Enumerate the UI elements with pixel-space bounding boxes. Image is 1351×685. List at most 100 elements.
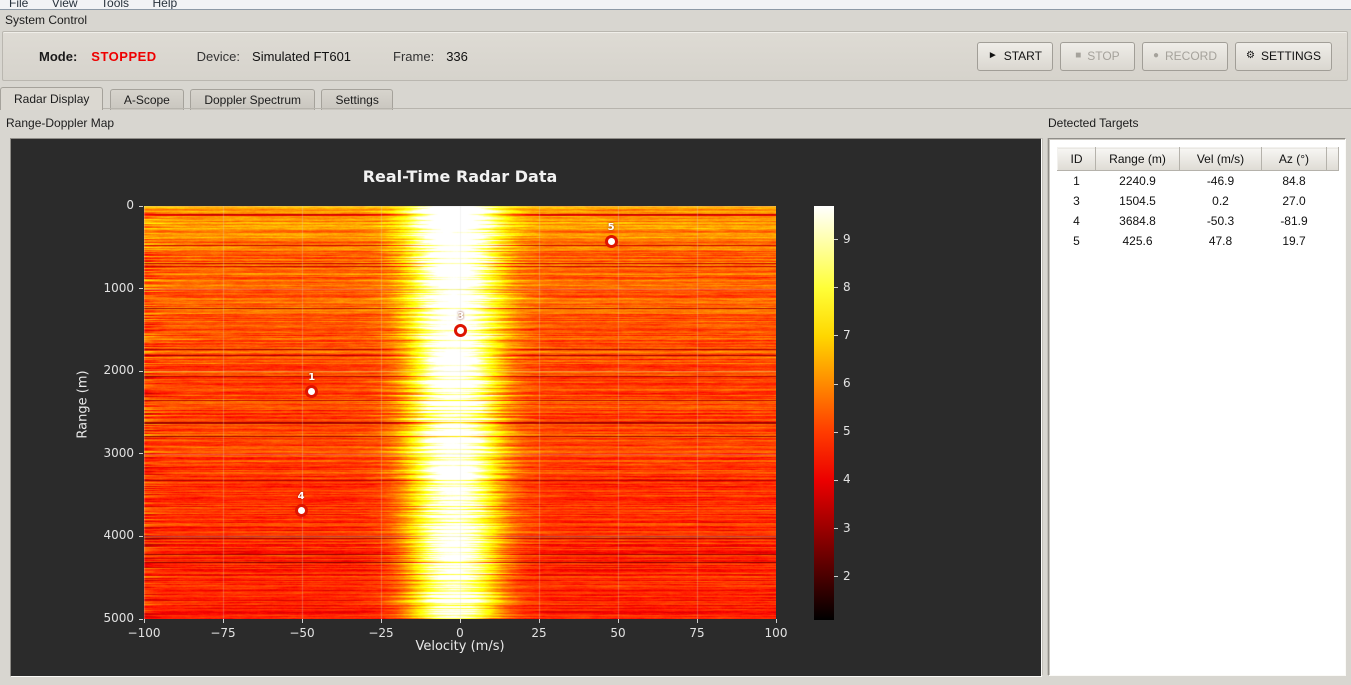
y-tick-label: 4000 — [103, 528, 134, 543]
mode-label: Mode: — [39, 48, 78, 64]
y-tick-label: 3000 — [103, 445, 134, 460]
x-tick-label: 25 — [531, 626, 547, 640]
colorbar-tick-label: 2 — [843, 568, 851, 583]
table-row[interactable]: 5 425.6 47.8 19.7 — [1058, 231, 1339, 251]
tab-doppler-spectrum[interactable]: Doppler Spectrum — [190, 89, 316, 110]
target-marker-label: 4 — [297, 491, 305, 503]
radar-app-window: File View Tools Help System Control Mode… — [0, 0, 1351, 685]
gear-icon: ⚙ — [1246, 50, 1255, 61]
table-cell: 3 — [1073, 194, 1080, 208]
record-button[interactable]: ● RECORD — [1141, 41, 1229, 71]
system-control-group: Mode: STOPPED Device: Simulated FT601 Fr… — [2, 31, 1348, 81]
y-axis-label: Range (m) — [75, 370, 91, 439]
table-cell: 2240.9 — [1119, 174, 1156, 188]
column-header-id[interactable]: ID — [1057, 147, 1096, 171]
stop-button[interactable]: ■ STOP — [1059, 41, 1135, 71]
table-cell: 27.0 — [1282, 194, 1306, 208]
y-tick-label: 1000 — [103, 280, 134, 295]
table-cell: -50.3 — [1206, 214, 1235, 228]
record-button-label: RECORD — [1165, 49, 1218, 63]
x-tick-mark — [380, 619, 382, 623]
x-tick-mark — [143, 619, 145, 623]
colorbar-tick-label: 3 — [843, 520, 851, 535]
y-tick-mark — [139, 618, 143, 620]
x-tick-label: 50 — [610, 626, 626, 640]
menu-bar: File View Tools Help — [0, 0, 1351, 10]
x-tick-label: 100 — [764, 626, 788, 640]
table-cell: 84.8 — [1282, 174, 1306, 188]
tab-bar: Radar Display A-Scope Doppler Spectrum S… — [0, 87, 1351, 110]
target-marker-5 — [604, 234, 618, 248]
column-header-filler — [1326, 147, 1339, 171]
table-row[interactable]: 1 2240.9 -46.9 84.8 — [1058, 171, 1339, 192]
y-tick-label: 5000 — [103, 611, 134, 625]
target-marker-label: 5 — [607, 222, 615, 234]
table-row[interactable]: 4 3684.8 -50.3 -81.9 — [1058, 211, 1339, 231]
system-control-group-label: System Control — [5, 13, 88, 27]
settings-button-label: SETTINGS — [1260, 49, 1321, 63]
target-marker-label: 1 — [308, 372, 316, 384]
target-marker-1 — [305, 384, 319, 398]
menu-item-file[interactable]: File — [9, 0, 28, 9]
table-cell — [1327, 171, 1339, 192]
record-icon: ● — [1152, 50, 1159, 61]
target-marker-3 — [454, 323, 468, 337]
y-tick-mark — [139, 370, 143, 372]
column-header-range[interactable]: Range (m) — [1095, 147, 1180, 171]
column-header-vel[interactable]: Vel (m/s) — [1179, 147, 1262, 171]
tab-settings[interactable]: Settings — [321, 89, 393, 110]
colorbar-tick-label: 9 — [843, 231, 851, 246]
detected-targets-label: Detected Targets — [1048, 116, 1139, 130]
colorbar-tick-mark — [834, 431, 838, 433]
tab-a-scope[interactable]: A-Scope — [109, 89, 184, 110]
colorbar-tick-label: 8 — [843, 279, 851, 294]
y-tick-mark — [139, 205, 143, 207]
table-cell: 5 — [1073, 234, 1080, 248]
x-tick-label: 75 — [689, 626, 705, 640]
y-tick-label: 2000 — [103, 363, 134, 378]
tab-bar-divider — [0, 108, 1351, 109]
menu-item-help[interactable]: Help — [153, 0, 178, 9]
table-cell — [1327, 211, 1339, 231]
x-tick-label: 0 — [456, 626, 464, 640]
y-tick-mark — [139, 535, 143, 537]
y-tick-mark — [139, 288, 143, 290]
x-axis-label: Velocity (m/s) — [415, 639, 505, 654]
device-value: Simulated FT601 — [252, 48, 352, 64]
settings-button[interactable]: ⚙ SETTINGS — [1235, 41, 1332, 71]
y-tick-mark — [139, 453, 143, 455]
table-cell — [1327, 231, 1339, 251]
x-tick-mark — [538, 619, 540, 623]
x-tick-label: −25 — [368, 626, 394, 640]
table-header-row: ID Range (m) Vel (m/s) Az (°) — [1057, 147, 1339, 171]
range-doppler-plot-panel: Real-Time Radar Data Range (m) Velocity … — [10, 138, 1042, 677]
start-button[interactable]: ► START — [976, 41, 1053, 71]
colorbar-tick-label: 5 — [843, 424, 851, 439]
column-header-az[interactable]: Az (°) — [1261, 147, 1327, 171]
start-button-label: START — [1003, 49, 1042, 63]
colorbar-tick-mark — [834, 383, 838, 385]
detected-targets-panel: ID Range (m) Vel (m/s) Az (°) 1 2240.9 -46… — [1048, 138, 1346, 676]
colorbar-tick-mark — [834, 576, 838, 578]
table-row[interactable]: 3 1504.5 0.2 27.0 — [1058, 191, 1339, 211]
x-tick-label: −75 — [210, 626, 236, 640]
table-cell: -46.9 — [1206, 174, 1235, 188]
colorbar-tick-label: 6 — [843, 376, 851, 391]
menu-item-tools[interactable]: Tools — [101, 0, 129, 9]
play-icon: ► — [987, 50, 998, 61]
control-buttons: ► START ■ STOP ● RECORD ⚙ SETTINGS — [976, 41, 1332, 71]
colorbar-tick-mark — [834, 528, 838, 530]
table-cell: 425.6 — [1122, 234, 1153, 248]
target-marker-4 — [294, 503, 308, 517]
table-cell: 4 — [1073, 214, 1080, 228]
stop-button-label: STOP — [1087, 49, 1120, 63]
colorbar-tick-mark — [834, 287, 838, 289]
menu-item-view[interactable]: View — [52, 0, 78, 9]
table-cell — [1327, 191, 1339, 211]
table-cell: 47.8 — [1208, 234, 1233, 248]
plot-title: Real-Time Radar Data — [362, 167, 558, 186]
frame-label: Frame: — [393, 48, 435, 64]
status-row: Mode: STOPPED Device: Simulated FT601 Fr… — [39, 49, 468, 64]
colorbar-tick-mark — [834, 479, 838, 481]
tab-radar-display[interactable]: Radar Display — [0, 87, 104, 110]
